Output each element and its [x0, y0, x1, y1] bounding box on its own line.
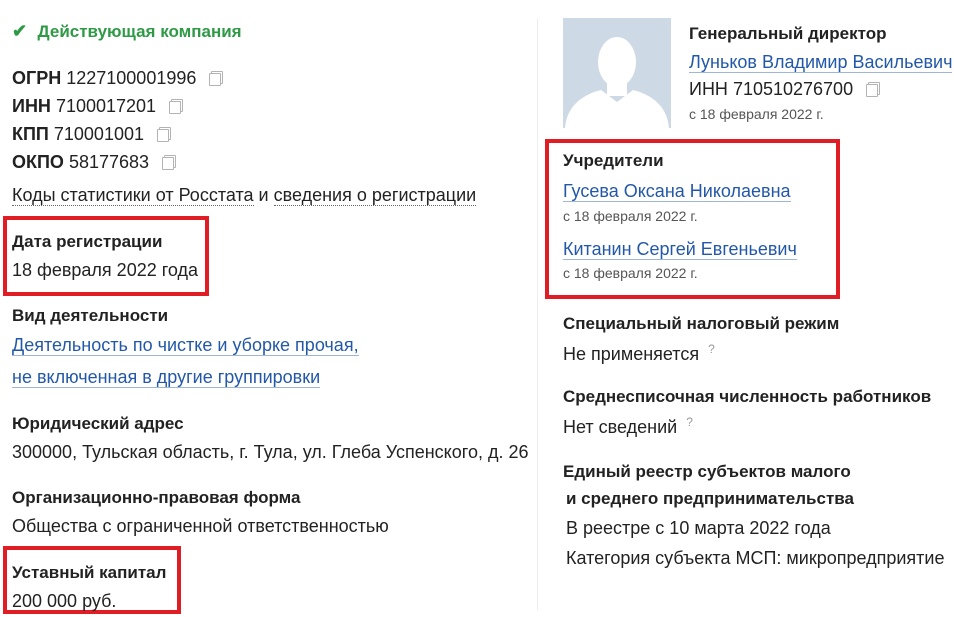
inn-row: ИНН 7100017201: [12, 96, 182, 117]
person-silhouette-icon: [563, 18, 671, 128]
capital-title: Уставный капитал: [12, 563, 167, 582]
director-inn-value: 710510276700: [732, 79, 854, 99]
founder-since: с 18 февраля 2022 г.: [563, 208, 698, 224]
legal-form-value: Общества с ограниченной ответственностью: [12, 516, 389, 536]
okpo-value: 58177683: [68, 152, 150, 172]
inn-value: 7100017201: [55, 96, 157, 116]
okpo-row: ОКПО 58177683: [12, 152, 175, 173]
highlight-box: [3, 216, 209, 296]
director-name[interactable]: Луньков Владимир Васильевич: [689, 52, 953, 73]
director-inn-row: ИНН 710510276700: [689, 79, 879, 100]
activity-link-line1[interactable]: Деятельность по чистке и уборке прочая,: [12, 335, 359, 356]
msp-category: Категория субъекта МСП: микропредприятие: [566, 548, 945, 568]
avatar: [563, 18, 671, 128]
check-icon: ✔: [12, 21, 28, 41]
founder-link-1[interactable]: Гусева Оксана Николаевна: [563, 181, 791, 202]
activity-link-line2[interactable]: не включенная в другие группировки: [12, 367, 321, 388]
okpo-label: ОКПО: [12, 152, 64, 172]
help-icon[interactable]: ?: [708, 342, 715, 356]
founder-since: с 18 февраля 2022 г.: [563, 265, 698, 281]
kpp-label: КПП: [12, 124, 49, 144]
ogrn-label: ОГРН: [12, 68, 62, 88]
msp-category-row: Категория субъекта МСП: микропредприятие…: [566, 546, 954, 569]
copy-icon[interactable]: [866, 84, 879, 97]
company-status: ✔ Действующая компания: [12, 21, 242, 42]
registration-date: 18 февраля 2022 года: [12, 260, 199, 280]
copy-icon[interactable]: [209, 73, 222, 86]
employees-value: Нет сведений: [563, 417, 678, 437]
copy-icon[interactable]: [169, 101, 182, 114]
capital-value: 200 000 руб.: [12, 591, 117, 611]
msp-title-line2: и среднего предпринимательства: [566, 489, 854, 508]
employees-title: Среднесписочная численность работников: [563, 387, 932, 406]
founder-link-2[interactable]: Китанин Сергей Евгеньевич: [563, 239, 797, 260]
founder-name[interactable]: Китанин Сергей Евгеньевич: [563, 239, 797, 260]
address-title: Юридический адрес: [12, 414, 184, 433]
kpp-row: КПП 710001001: [12, 124, 170, 145]
kpp-value: 710001001: [53, 124, 144, 144]
director-role: Генеральный директор: [689, 24, 887, 43]
registration-info-link[interactable]: сведения о регистрации: [273, 185, 477, 206]
stats-links: Коды статистики от Росстата и сведения о…: [12, 185, 477, 206]
director-since: с 18 февраля 2022 г.: [689, 106, 824, 122]
founder-name[interactable]: Гусева Оксана Николаевна: [563, 181, 791, 202]
ogrn-row: ОГРН 1227100001996: [12, 68, 222, 89]
address-value: 300000, Тульская область, г. Тула, ул. Г…: [12, 442, 529, 462]
copy-icon[interactable]: [162, 157, 175, 170]
legal-form-title: Организационно-правовая форма: [12, 488, 301, 507]
msp-title-line1: Единый реестр субъектов малого: [563, 462, 851, 481]
rosstat-codes-link[interactable]: Коды статистики от Росстата: [12, 185, 254, 206]
founders-title: Учредители: [563, 151, 664, 170]
activity-title: Вид деятельности: [12, 306, 169, 325]
tax-regime-value: Не применяется: [563, 344, 700, 364]
employees-row: Нет сведений ?: [563, 415, 693, 438]
director-inn-label: ИНН: [689, 79, 728, 99]
activity-link-text-1[interactable]: Деятельность по чистке и уборке прочая,: [12, 335, 359, 356]
status-label: Действующая компания: [37, 22, 242, 41]
inn-label: ИНН: [12, 96, 51, 116]
msp-registry-date: В реестре с 10 марта 2022 года: [566, 518, 831, 538]
copy-icon[interactable]: [157, 129, 170, 142]
stats-connector: и: [258, 185, 269, 205]
tax-regime-title: Специальный налоговый режим: [563, 314, 840, 333]
help-icon[interactable]: ?: [686, 415, 693, 429]
column-divider: [537, 18, 538, 610]
tax-regime-row: Не применяется ?: [563, 342, 715, 365]
registration-title: Дата регистрации: [12, 232, 163, 251]
activity-link-text-2[interactable]: не включенная в другие группировки: [12, 367, 321, 388]
ogrn-value: 1227100001996: [66, 68, 197, 88]
director-name-link[interactable]: Луньков Владимир Васильевич: [689, 52, 953, 73]
